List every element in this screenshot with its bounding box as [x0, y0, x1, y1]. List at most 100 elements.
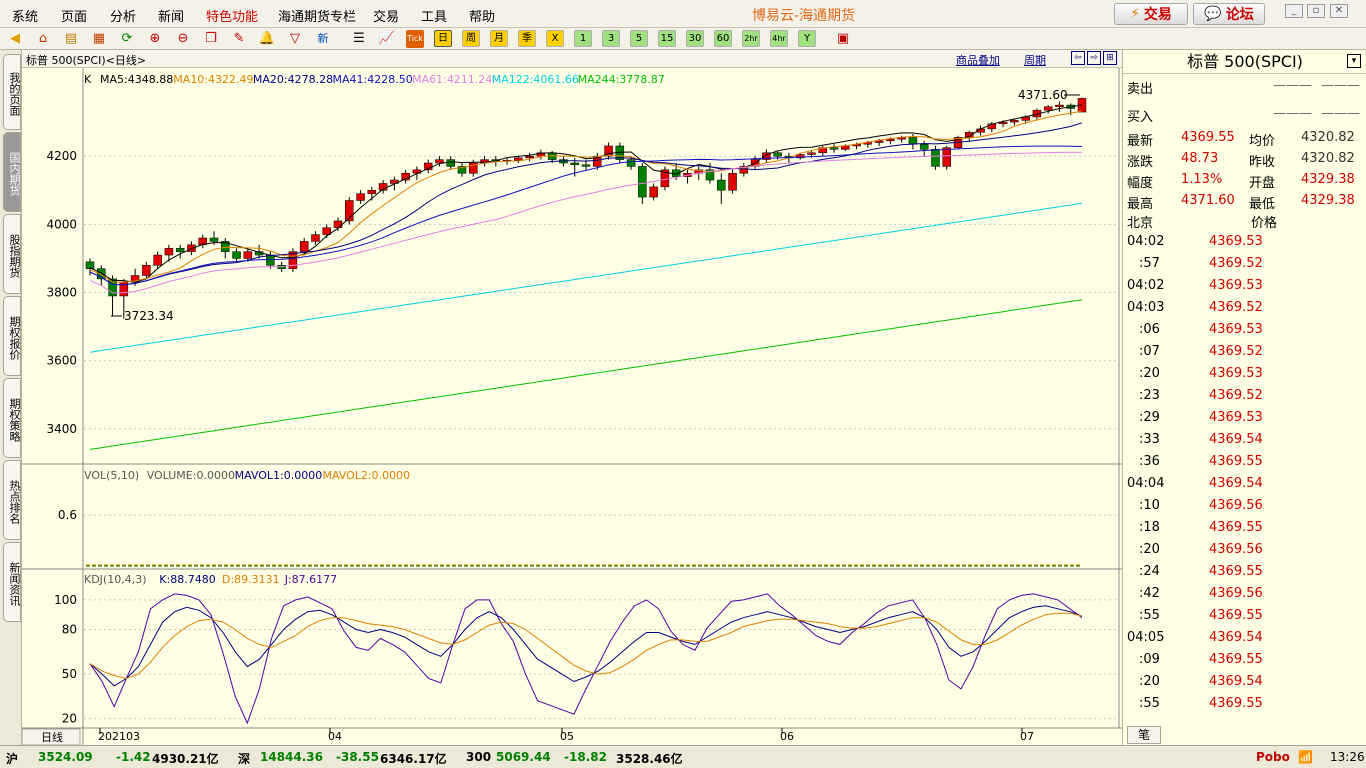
tick-time: :20	[1139, 674, 1160, 689]
period-daily[interactable]: 日	[434, 30, 452, 47]
kdj-legend-item: KDJ(10,4,3)	[84, 573, 147, 586]
y-tick-label: 4200	[46, 149, 77, 163]
quote-row: 幅度 1.13% 开盘 4329.38	[1123, 172, 1366, 193]
quote-value-2: 4329.38	[1301, 172, 1355, 187]
refresh-icon[interactable]: ⟳	[118, 30, 136, 48]
maximize-button[interactable]: ▫	[1307, 4, 1325, 18]
y-tick-label: 80	[62, 623, 77, 637]
period-15min[interactable]: 15	[658, 30, 676, 47]
tick-time: :20	[1139, 366, 1160, 381]
quote-value: 1.13%	[1181, 172, 1223, 187]
period-weekly[interactable]: 周	[462, 30, 480, 47]
quote-value: 48.73	[1181, 151, 1219, 166]
line-chart-icon[interactable]: 📈	[378, 30, 396, 48]
minimize-button[interactable]: _	[1285, 4, 1303, 18]
tab-my-pages[interactable]: 我的页面	[3, 54, 21, 130]
tick-price: 4369.52	[1209, 344, 1263, 359]
period-quarterly[interactable]: 季	[518, 30, 536, 47]
vol-legend-item: VOLUME:0.0000	[147, 469, 235, 482]
filter-icon[interactable]: ▽	[286, 30, 304, 48]
candle-body	[435, 159, 444, 164]
tick-price: 4369.54	[1209, 630, 1263, 645]
tick-row: :33 4369.54	[1123, 432, 1366, 453]
period-3min[interactable]: 3	[602, 30, 620, 47]
forum-button[interactable]: 💬 论坛	[1193, 3, 1265, 25]
chart-canvas[interactable]: K MA5:4348.88 MA10:4322.49 MA20:4278.28 MA41…	[22, 50, 1122, 745]
vol-legend-item: MAVOL1:0.0000	[235, 469, 323, 482]
candle-body	[85, 261, 95, 269]
tick-time: :20	[1139, 542, 1160, 557]
period-1min[interactable]: 1	[574, 30, 592, 47]
tick-price: 4369.56	[1209, 586, 1263, 601]
tick-tab-label: 笔	[1137, 728, 1150, 742]
layout-icon[interactable]: ▣	[834, 30, 852, 48]
tab-option-strategy[interactable]: 期权策略	[3, 378, 21, 458]
period-custom[interactable]: X	[546, 30, 564, 47]
tab-hot-ranking[interactable]: 热点排名	[3, 460, 21, 540]
candle-body	[243, 251, 253, 259]
period-5min[interactable]: 5	[630, 30, 648, 47]
brand-logo: Pobo	[1256, 750, 1290, 764]
tick-row: :07 4369.52	[1123, 344, 1366, 365]
menu-haitong-column[interactable]: 海通期货专栏	[278, 6, 356, 25]
dropdown-icon[interactable]: ▾	[1347, 54, 1361, 68]
ma-line-ma244	[89, 299, 1083, 450]
home-icon[interactable]: ⌂	[34, 30, 52, 48]
menu-help[interactable]: 帮助	[469, 6, 495, 25]
ma-legend-item: MA5:4348.88	[100, 73, 173, 86]
sz-label: 深	[238, 752, 251, 766]
table-icon[interactable]: ☰	[350, 30, 368, 48]
new-icon[interactable]: 新	[314, 30, 332, 48]
period-monthly[interactable]: 月	[490, 30, 508, 47]
tick-row: 04:02 4369.53	[1123, 278, 1366, 299]
tick-time: :57	[1139, 256, 1160, 271]
buy-price: ———	[1273, 106, 1312, 121]
period-yearly[interactable]: Y	[798, 30, 816, 47]
menu-system[interactable]: 系统	[12, 6, 38, 25]
menu-features[interactable]: 特色功能	[206, 6, 258, 25]
tick-icon[interactable]: Tick	[406, 30, 424, 48]
trade-button[interactable]: ⚡ 交易	[1114, 3, 1188, 25]
database-icon[interactable]: ▤	[62, 30, 80, 48]
candle-body	[333, 220, 343, 229]
tab-news[interactable]: 新闻资讯	[3, 542, 21, 622]
tab-option-quotes[interactable]: 期权报价	[3, 296, 21, 376]
back-arrow-icon[interactable]: ◀	[6, 30, 24, 48]
close-button[interactable]: ✕	[1330, 4, 1348, 18]
calculator-icon[interactable]: ▦	[90, 30, 108, 48]
tab-index-futures[interactable]: 股指期货	[3, 214, 21, 294]
kdj-legend-item: D:89.3131	[222, 573, 280, 586]
sell-price: ———	[1273, 78, 1312, 93]
candle-body	[728, 172, 737, 191]
menu-trade[interactable]: 交易	[373, 6, 399, 25]
menu-analysis[interactable]: 分析	[110, 6, 136, 25]
candle-body	[356, 193, 365, 201]
zoom-in-icon[interactable]: ⊕	[146, 30, 164, 48]
period-30min[interactable]: 30	[686, 30, 704, 47]
pen-icon[interactable]: ✎	[230, 30, 248, 48]
tick-time: :23	[1139, 388, 1160, 403]
quote-label-2: 开盘	[1249, 176, 1276, 191]
tick-price: 4369.54	[1209, 432, 1263, 447]
candle-body	[570, 162, 579, 165]
tick-row: :29 4369.53	[1123, 410, 1366, 431]
tick-row: :09 4369.55	[1123, 652, 1366, 673]
menu-news[interactable]: 新闻	[158, 6, 184, 25]
trade-button-label: 交易	[1143, 7, 1172, 23]
period-60min[interactable]: 60	[714, 30, 732, 47]
y-tick-label: 3800	[46, 286, 77, 300]
period-2hr[interactable]: 2hr	[742, 30, 760, 47]
zoom-out-icon[interactable]: ⊖	[174, 30, 192, 48]
bell-icon[interactable]: 🔔	[258, 30, 276, 48]
tick-row: :20 4369.54	[1123, 674, 1366, 695]
chart-area[interactable]: 标普 500(SPCI)<日线> 商品叠加 周期 ⇦ ⇨ ⊞ K MA5:4348…	[22, 50, 1122, 745]
tick-price: 4369.54	[1209, 476, 1263, 491]
tick-price: 4369.53	[1209, 410, 1263, 425]
tick-tab[interactable]: 笔	[1127, 726, 1161, 744]
period-4hr[interactable]: 4hr	[770, 30, 788, 47]
menu-tools[interactable]: 工具	[421, 6, 447, 25]
tab-domestic-futures[interactable]: 国内期货	[3, 132, 21, 212]
tick-price: 4369.53	[1209, 322, 1263, 337]
menu-page[interactable]: 页面	[61, 6, 87, 25]
windows-icon[interactable]: ❐	[202, 30, 220, 48]
